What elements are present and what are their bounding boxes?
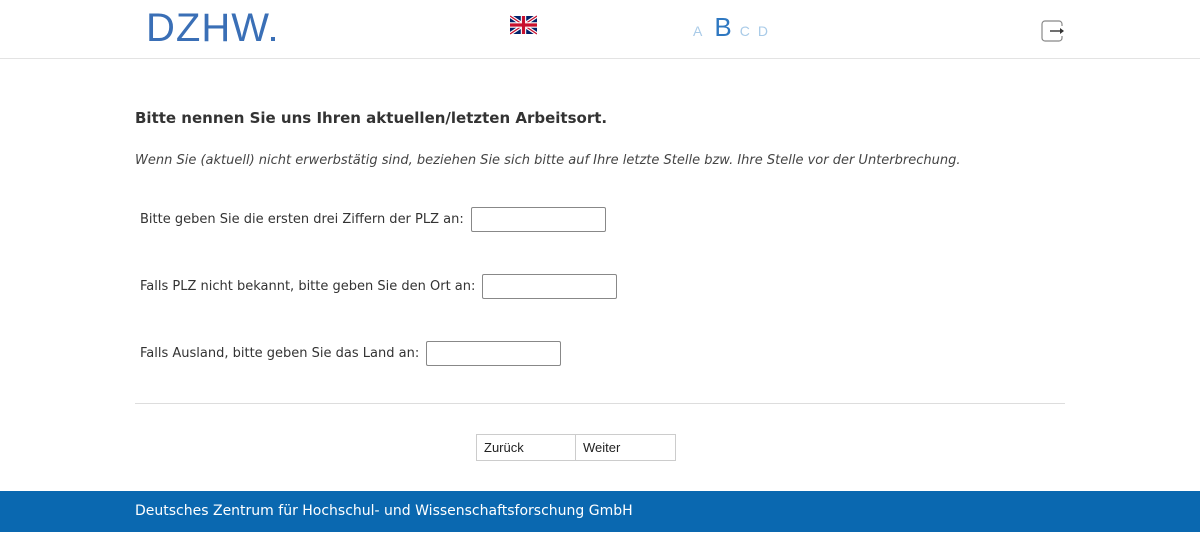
footer-text: Deutsches Zentrum für Hochschul- und Wis… [135, 503, 633, 519]
plz-label: Bitte geben Sie die ersten drei Ziffern … [140, 212, 464, 227]
land-field-row: Falls Ausland, bitte geben Sie das Land … [140, 341, 562, 366]
page-header: DZHW A B C D [0, 0, 1200, 59]
dzhw-logo: DZHW [146, 8, 275, 48]
progress-indicator: A B C D [693, 12, 776, 42]
logo-text: DZHW [146, 6, 270, 50]
ort-label: Falls PLZ nicht bekannt, bitte geben Sie… [140, 279, 476, 294]
progress-step-d: D [757, 23, 768, 39]
progress-step-b-current: B [714, 12, 732, 42]
land-label: Falls Ausland, bitte geben Sie das Land … [140, 346, 420, 361]
logo-dot [270, 37, 275, 41]
exit-icon[interactable] [1041, 20, 1065, 42]
navigation-buttons: Zurück Weiter [476, 434, 676, 461]
instruction-text: Wenn Sie (aktuell) nicht erwerbstätig si… [135, 153, 961, 168]
plz-field-row: Bitte geben Sie die ersten drei Ziffern … [140, 207, 606, 232]
ort-field-row: Falls PLZ nicht bekannt, bitte geben Sie… [140, 274, 618, 299]
uk-flag-icon[interactable] [510, 15, 537, 35]
question-text: Bitte nennen Sie uns Ihren aktuellen/let… [135, 109, 608, 127]
next-button[interactable]: Weiter [576, 434, 676, 461]
content-divider [135, 403, 1065, 404]
ort-input[interactable] [482, 274, 618, 299]
page-footer: Deutsches Zentrum für Hochschul- und Wis… [0, 491, 1200, 532]
back-button[interactable]: Zurück [476, 434, 576, 461]
progress-step-a: A [693, 23, 703, 39]
plz-input[interactable] [470, 207, 606, 232]
progress-step-c: C [739, 23, 750, 39]
land-input[interactable] [426, 341, 562, 366]
